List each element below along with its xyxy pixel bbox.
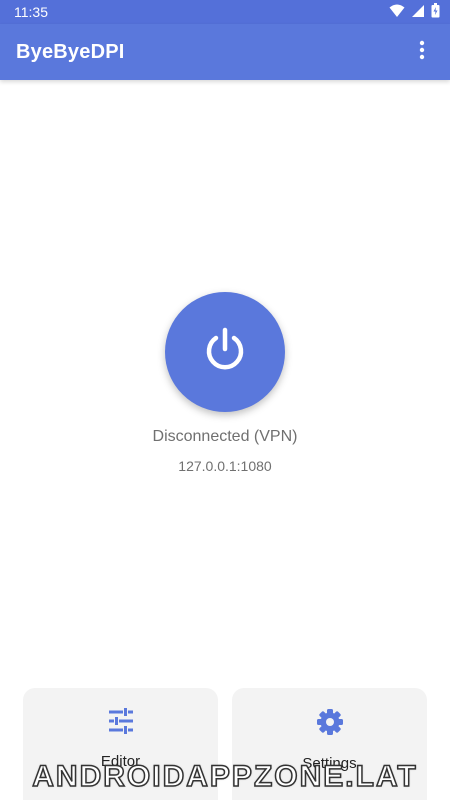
app-title: ByeByeDPI [16, 40, 125, 63]
more-options-button[interactable] [406, 36, 438, 68]
gear-icon [316, 708, 344, 741]
wifi-icon [389, 4, 405, 21]
tune-icon [107, 708, 135, 739]
watermark-text: ANDROIDAPPZONE.LAT [32, 759, 418, 794]
power-button[interactable] [165, 292, 285, 412]
app-bar: ByeByeDPI [0, 24, 450, 80]
signal-icon [411, 4, 425, 21]
status-icons [389, 3, 440, 21]
connection-status: Disconnected (VPN) [152, 428, 298, 445]
more-vert-icon [419, 40, 425, 65]
status-time: 11:35 [14, 4, 48, 20]
proxy-address: 127.0.0.1:1080 [178, 458, 272, 474]
status-bar: 11:35 [0, 0, 450, 24]
battery-icon [431, 3, 440, 21]
power-icon [202, 327, 248, 378]
